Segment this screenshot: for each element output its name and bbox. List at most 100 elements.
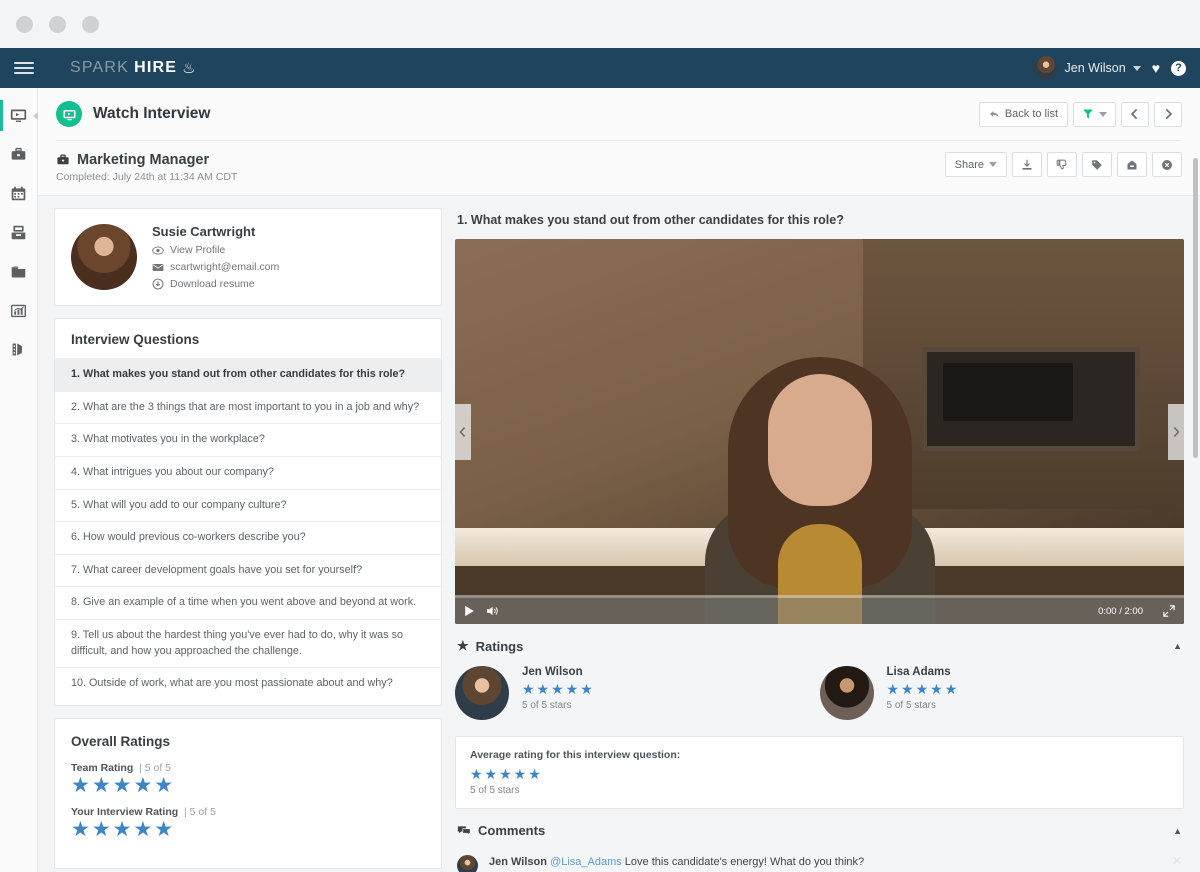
delete-comment-button[interactable]: ✕	[1172, 854, 1182, 868]
monitor-video-icon	[10, 107, 27, 124]
candidate-card: Susie Cartwright View Profile scartwrigh…	[54, 208, 442, 306]
your-rating-stars[interactable]: ★★★★★	[71, 819, 425, 840]
filter-funnel-icon	[1082, 108, 1094, 120]
raters-list: Jen Wilson ★★★★★ 5 of 5 stars Lisa Adams…	[455, 666, 1184, 720]
user-menu[interactable]: Jen Wilson	[1034, 56, 1141, 80]
video-frame	[455, 239, 1184, 624]
briefcase-icon	[10, 146, 27, 163]
left-column: Susie Cartwright View Profile scartwrigh…	[54, 208, 442, 869]
download-button[interactable]	[1012, 152, 1042, 177]
brand-part-two: HIRE	[134, 59, 177, 77]
previous-interview-button[interactable]	[1121, 102, 1149, 127]
overall-ratings-heading: Overall Ratings	[71, 734, 425, 749]
average-rating-label: Average rating for this interview questi…	[470, 749, 1169, 761]
view-profile-link[interactable]: View Profile	[152, 244, 279, 256]
rater-avatar	[820, 666, 874, 720]
comment-author: Jen Wilson	[489, 856, 547, 868]
team-rating-value: 5 of 5	[145, 762, 171, 774]
page-header-actions: Back to list	[979, 102, 1182, 127]
fullscreen-icon[interactable]	[1163, 605, 1175, 617]
comments-section-header: Comments ▲	[455, 809, 1184, 850]
team-rating-stars: ★★★★★	[71, 775, 425, 796]
previous-question-button[interactable]	[455, 404, 471, 460]
rater-stars: ★★★★★	[887, 682, 960, 696]
left-sidebar	[0, 88, 38, 872]
monitor-screen-icon	[56, 101, 82, 127]
filter-button[interactable]	[1073, 102, 1116, 127]
question-list-item[interactable]: 5. What will you add to our company cult…	[55, 489, 441, 522]
play-icon[interactable]	[464, 605, 475, 617]
window-minimize-dot[interactable]	[49, 16, 66, 33]
right-column: 1. What makes you stand out from other c…	[455, 208, 1184, 872]
sidebar-item-library[interactable]	[0, 330, 37, 369]
brand-part-one: SPARK	[70, 59, 129, 77]
next-question-button[interactable]	[1168, 404, 1184, 460]
team-rating-label: Team Rating | 5 of 5	[71, 762, 425, 774]
flame-icon: ♨	[182, 59, 197, 77]
window-chrome	[0, 0, 1200, 48]
vertical-scrollbar[interactable]	[1193, 158, 1198, 458]
calendar-icon	[10, 185, 27, 202]
archive-icon	[1126, 159, 1138, 171]
inbox-archive-icon	[10, 224, 27, 241]
next-interview-button[interactable]	[1154, 102, 1182, 127]
back-to-list-button[interactable]: Back to list	[979, 102, 1068, 127]
sidebar-item-reports[interactable]	[0, 291, 37, 330]
sidebar-item-inbox[interactable]	[0, 213, 37, 252]
collapse-ratings-button[interactable]: ▲	[1173, 641, 1182, 651]
question-list-item[interactable]: 1. What makes you stand out from other c…	[55, 358, 441, 391]
overall-ratings-panel: Overall Ratings Team Rating | 5 of 5 ★★★…	[54, 718, 442, 869]
chevron-right-icon	[1163, 108, 1173, 120]
thumbs-down-button[interactable]	[1047, 152, 1077, 177]
bar-chart-icon	[10, 302, 27, 319]
download-resume-link[interactable]: Download resume	[152, 278, 279, 290]
tag-button[interactable]	[1082, 152, 1112, 177]
video-candidate-figure	[670, 324, 970, 624]
main-content: Watch Interview Back to list	[38, 88, 1200, 872]
briefcase-icon	[56, 153, 70, 167]
question-list-item[interactable]: 2. What are the 3 things that are most i…	[55, 391, 441, 424]
collapse-comments-button[interactable]: ▲	[1173, 826, 1182, 836]
hamburger-menu-icon[interactable]	[14, 62, 34, 74]
average-rating-text: 5 of 5 stars	[470, 785, 1169, 796]
archive-button[interactable]	[1117, 152, 1147, 177]
average-rating-stars: ★★★★★	[470, 767, 1169, 781]
chevron-down-icon	[989, 162, 997, 167]
sidebar-item-jobs[interactable]	[0, 135, 37, 174]
heart-icon[interactable]: ♥	[1152, 61, 1160, 75]
brand-logo[interactable]: SPARK HIRE ♨	[70, 59, 197, 77]
question-list-item[interactable]: 10. Outside of work, what are you most p…	[55, 667, 441, 700]
window-close-dot[interactable]	[16, 16, 33, 33]
candidate-email-link[interactable]: scartwright@email.com	[152, 261, 279, 273]
view-profile-label: View Profile	[170, 244, 225, 256]
download-icon	[1021, 159, 1033, 171]
window-maximize-dot[interactable]	[82, 16, 99, 33]
reject-button[interactable]	[1152, 152, 1182, 177]
question-list-item[interactable]: 4. What intrigues you about our company?	[55, 456, 441, 489]
question-list-item[interactable]: 8. Give an example of a time when you we…	[55, 586, 441, 619]
chevron-down-icon	[1099, 112, 1107, 117]
question-list-item[interactable]: 6. How would previous co-workers describ…	[55, 521, 441, 554]
rater-score-text: 5 of 5 stars	[887, 700, 960, 711]
circle-x-icon	[1161, 159, 1173, 171]
back-to-list-label: Back to list	[1005, 108, 1058, 120]
share-button[interactable]: Share	[945, 152, 1007, 177]
help-icon[interactable]: ?	[1171, 61, 1186, 76]
job-info: Marketing Manager Completed: July 24th a…	[56, 152, 237, 183]
rater-avatar	[455, 666, 509, 720]
star-icon: ★	[457, 638, 469, 654]
rater-name: Jen Wilson	[522, 666, 595, 678]
question-list-item[interactable]: 3. What motivates you in the workplace?	[55, 423, 441, 456]
job-title: Marketing Manager	[77, 152, 209, 168]
your-rating-value: 5 of 5	[190, 806, 216, 818]
volume-icon[interactable]	[486, 605, 500, 617]
sidebar-item-calendar[interactable]	[0, 174, 37, 213]
sidebar-item-interviews[interactable]	[0, 96, 37, 135]
video-player[interactable]: 0:00 / 2:00	[455, 239, 1184, 624]
rater-name: Lisa Adams	[887, 666, 960, 678]
page-title: Watch Interview	[93, 105, 210, 123]
sidebar-item-files[interactable]	[0, 252, 37, 291]
comment-mention[interactable]: @Lisa_Adams	[550, 856, 622, 868]
question-list-item[interactable]: 9. Tell us about the hardest thing you'v…	[55, 619, 441, 667]
question-list-item[interactable]: 7. What career development goals have yo…	[55, 554, 441, 587]
